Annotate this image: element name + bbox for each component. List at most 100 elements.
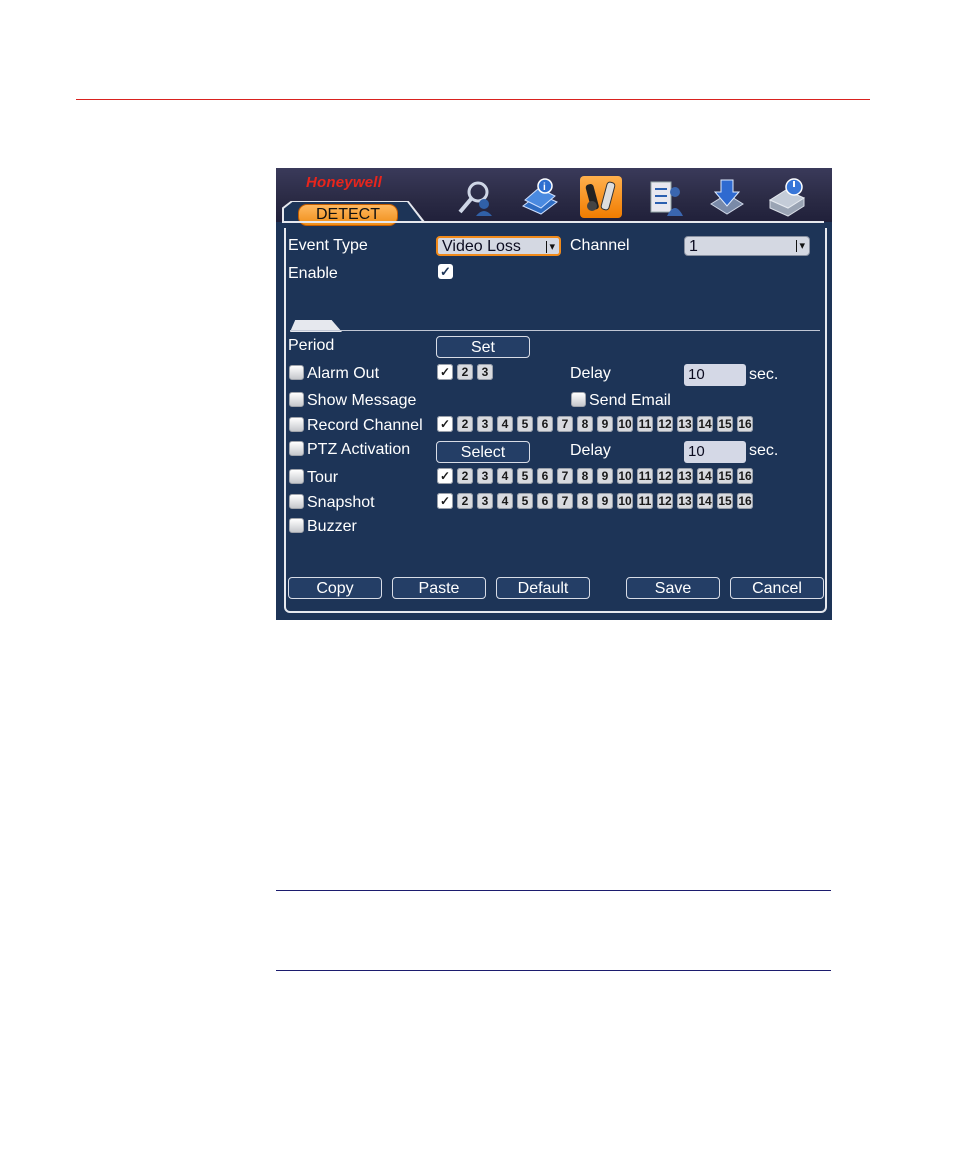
enable-label: Enable — [288, 265, 338, 282]
snapshot-checkbox[interactable] — [289, 494, 304, 509]
snapshot-channel-16[interactable]: 16 — [737, 493, 753, 509]
snapshot-channel-8[interactable]: 8 — [577, 493, 593, 509]
snapshot-channel-2[interactable]: 2 — [457, 493, 473, 509]
book-info-icon[interactable]: i — [519, 176, 561, 218]
record-channel-14[interactable]: 14 — [697, 416, 713, 432]
tour-channel-10[interactable]: 10 — [617, 468, 633, 484]
tour-channel-15[interactable]: 15 — [717, 468, 733, 484]
paste-button[interactable]: Paste — [392, 577, 486, 599]
record-channel-11[interactable]: 11 — [637, 416, 653, 432]
set-button[interactable]: Set — [436, 336, 530, 358]
buzzer-label: Buzzer — [307, 518, 357, 535]
send-email-label: Send Email — [589, 392, 671, 409]
tour-checkbox[interactable] — [289, 469, 304, 484]
show-message-checkbox[interactable] — [289, 392, 304, 407]
snapshot-channel-1[interactable]: ✓ — [437, 493, 453, 509]
alarm-out-label: Alarm Out — [307, 365, 380, 382]
frame-top-border — [284, 221, 824, 223]
alarm-out-channel-1[interactable]: ✓ — [437, 364, 453, 380]
record-channel-9[interactable]: 9 — [597, 416, 613, 432]
record-channel-checkbox[interactable] — [289, 417, 304, 432]
cancel-button[interactable]: Cancel — [730, 577, 824, 599]
record-channel-4[interactable]: 4 — [497, 416, 513, 432]
alarm-out-channel-2[interactable]: 2 — [457, 364, 473, 380]
download-icon[interactable] — [705, 176, 747, 218]
search-user-icon[interactable] — [454, 176, 496, 218]
select-button[interactable]: Select — [436, 441, 530, 463]
snapshot-channels: ✓ 2 3 4 5 6 7 8 9 10 11 12 13 14 15 16 — [437, 493, 757, 509]
snapshot-channel-12[interactable]: 12 — [657, 493, 673, 509]
event-type-value: Video Loss — [442, 238, 521, 255]
tour-channel-16[interactable]: 16 — [737, 468, 753, 484]
shutdown-icon[interactable] — [766, 176, 808, 218]
buzzer-checkbox[interactable] — [289, 518, 304, 533]
chevron-down-icon: ▾ — [546, 241, 555, 253]
record-channel-10[interactable]: 10 — [617, 416, 633, 432]
record-channel-13[interactable]: 13 — [677, 416, 693, 432]
tour-channel-14[interactable]: 14 — [697, 468, 713, 484]
delay-input[interactable]: 10 — [684, 364, 746, 386]
page-header-rule — [76, 99, 870, 100]
alarm-out-channel-3[interactable]: 3 — [477, 364, 493, 380]
send-email-checkbox[interactable] — [571, 392, 586, 407]
record-channel-6[interactable]: 6 — [537, 416, 553, 432]
snapshot-channel-13[interactable]: 13 — [677, 493, 693, 509]
snapshot-channel-11[interactable]: 11 — [637, 493, 653, 509]
copy-button[interactable]: Copy — [288, 577, 382, 599]
ptz-activation-checkbox[interactable] — [289, 441, 304, 456]
tour-channel-6[interactable]: 6 — [537, 468, 553, 484]
snapshot-channel-7[interactable]: 7 — [557, 493, 573, 509]
event-type-select[interactable]: Video Loss ▾ — [436, 236, 561, 256]
tour-channel-12[interactable]: 12 — [657, 468, 673, 484]
enable-checkbox[interactable]: ✓ — [438, 264, 453, 279]
tour-channels: ✓ 2 3 4 5 6 7 8 9 10 11 12 13 14 15 16 — [437, 468, 757, 484]
channel-select[interactable]: 1 ▾ — [684, 236, 810, 256]
record-channel-label: Record Channel — [307, 417, 423, 434]
tour-channel-13[interactable]: 13 — [677, 468, 693, 484]
record-channels: ✓ 2 3 4 5 6 7 8 9 10 11 12 13 14 15 16 — [437, 416, 757, 432]
svg-text:i: i — [543, 182, 546, 193]
alarm-out-checkbox[interactable] — [289, 365, 304, 380]
snapshot-channel-5[interactable]: 5 — [517, 493, 533, 509]
snapshot-channel-15[interactable]: 15 — [717, 493, 733, 509]
record-channel-12[interactable]: 12 — [657, 416, 673, 432]
ptz-sec-label: sec. — [749, 442, 779, 459]
tour-channel-3[interactable]: 3 — [477, 468, 493, 484]
tour-channel-8[interactable]: 8 — [577, 468, 593, 484]
ptz-delay-label: Delay — [570, 442, 611, 459]
record-channel-5[interactable]: 5 — [517, 416, 533, 432]
section-divider — [290, 330, 820, 331]
tools-icon[interactable] — [580, 176, 622, 218]
tour-channel-4[interactable]: 4 — [497, 468, 513, 484]
snapshot-channel-9[interactable]: 9 — [597, 493, 613, 509]
save-button[interactable]: Save — [626, 577, 720, 599]
tour-channel-5[interactable]: 5 — [517, 468, 533, 484]
snapshot-channel-14[interactable]: 14 — [697, 493, 713, 509]
snapshot-channel-10[interactable]: 10 — [617, 493, 633, 509]
tour-channel-7[interactable]: 7 — [557, 468, 573, 484]
snapshot-channel-4[interactable]: 4 — [497, 493, 513, 509]
record-channel-7[interactable]: 7 — [557, 416, 573, 432]
brand-logo: Honeywell — [306, 174, 382, 191]
channel-label: Channel — [570, 237, 630, 254]
event-type-label: Event Type — [288, 237, 368, 254]
divider-line-top — [276, 890, 831, 891]
ptz-activation-label: PTZ Activation — [307, 441, 411, 458]
alarm-out-channels: ✓ 2 3 — [437, 364, 497, 380]
ptz-delay-input[interactable]: 10 — [684, 441, 746, 463]
snapshot-channel-6[interactable]: 6 — [537, 493, 553, 509]
checklist-icon[interactable] — [645, 176, 687, 218]
record-channel-1[interactable]: ✓ — [437, 416, 453, 432]
record-channel-8[interactable]: 8 — [577, 416, 593, 432]
delay-label: Delay — [570, 365, 611, 382]
tour-channel-1[interactable]: ✓ — [437, 468, 453, 484]
default-button[interactable]: Default — [496, 577, 590, 599]
tour-channel-11[interactable]: 11 — [637, 468, 653, 484]
tour-channel-2[interactable]: 2 — [457, 468, 473, 484]
record-channel-16[interactable]: 16 — [737, 416, 753, 432]
record-channel-15[interactable]: 15 — [717, 416, 733, 432]
record-channel-3[interactable]: 3 — [477, 416, 493, 432]
tour-channel-9[interactable]: 9 — [597, 468, 613, 484]
record-channel-2[interactable]: 2 — [457, 416, 473, 432]
snapshot-channel-3[interactable]: 3 — [477, 493, 493, 509]
